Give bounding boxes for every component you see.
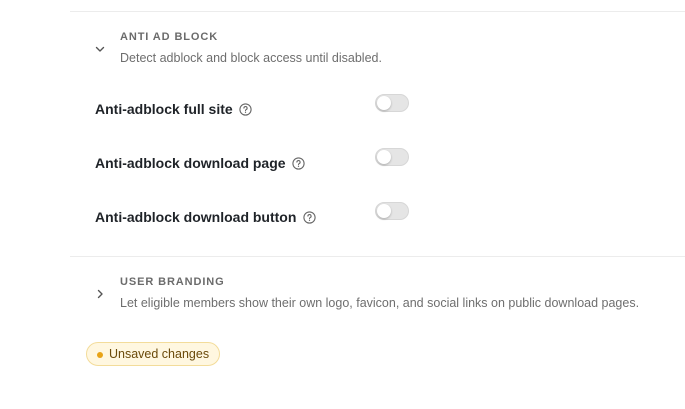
section-divider: [70, 256, 685, 257]
chevron-down-icon[interactable]: [90, 39, 110, 59]
anti-ad-block-title: ANTI AD BLOCK: [120, 31, 219, 43]
anti-adblock-download-button-toggle[interactable]: [375, 202, 409, 220]
help-circle-icon[interactable]: [239, 102, 253, 116]
toggle-knob: [377, 96, 391, 110]
anti-ad-block-section-header[interactable]: ANTI AD BLOCK Detect adblock and block a…: [90, 30, 665, 66]
top-divider: [70, 11, 685, 12]
help-circle-icon[interactable]: [292, 156, 306, 170]
help-circle-icon[interactable]: [302, 210, 316, 224]
user-branding-description: Let eligible members show their own logo…: [120, 296, 640, 310]
chevron-right-icon[interactable]: [90, 284, 110, 304]
setting-label: Anti-adblock download page: [95, 155, 286, 171]
status-badge: Unsaved changes: [86, 342, 221, 366]
toggle-knob: [377, 204, 391, 218]
settings-panel: ANTI AD BLOCK Detect adblock and block a…: [0, 0, 685, 409]
setting-label: Anti-adblock download button: [95, 209, 297, 225]
anti-adblock-full-site-toggle[interactable]: [375, 94, 409, 112]
setting-label: Anti-adblock full site: [95, 101, 233, 117]
toggle-knob: [377, 150, 391, 164]
user-branding-title: USER BRANDING: [120, 276, 225, 288]
anti-ad-block-description: Detect adblock and block access until di…: [120, 51, 382, 65]
setting-row-download-page: Anti-adblock download page: [95, 148, 415, 175]
user-branding-section-header[interactable]: USER BRANDING Let eligible members show …: [90, 275, 665, 311]
status-dot-icon: [97, 352, 103, 358]
status-badge-text: Unsaved changes: [109, 347, 210, 361]
anti-adblock-download-page-toggle[interactable]: [375, 148, 409, 166]
setting-row-full-site: Anti-adblock full site: [95, 94, 415, 121]
setting-row-download-button: Anti-adblock download button: [95, 202, 415, 229]
